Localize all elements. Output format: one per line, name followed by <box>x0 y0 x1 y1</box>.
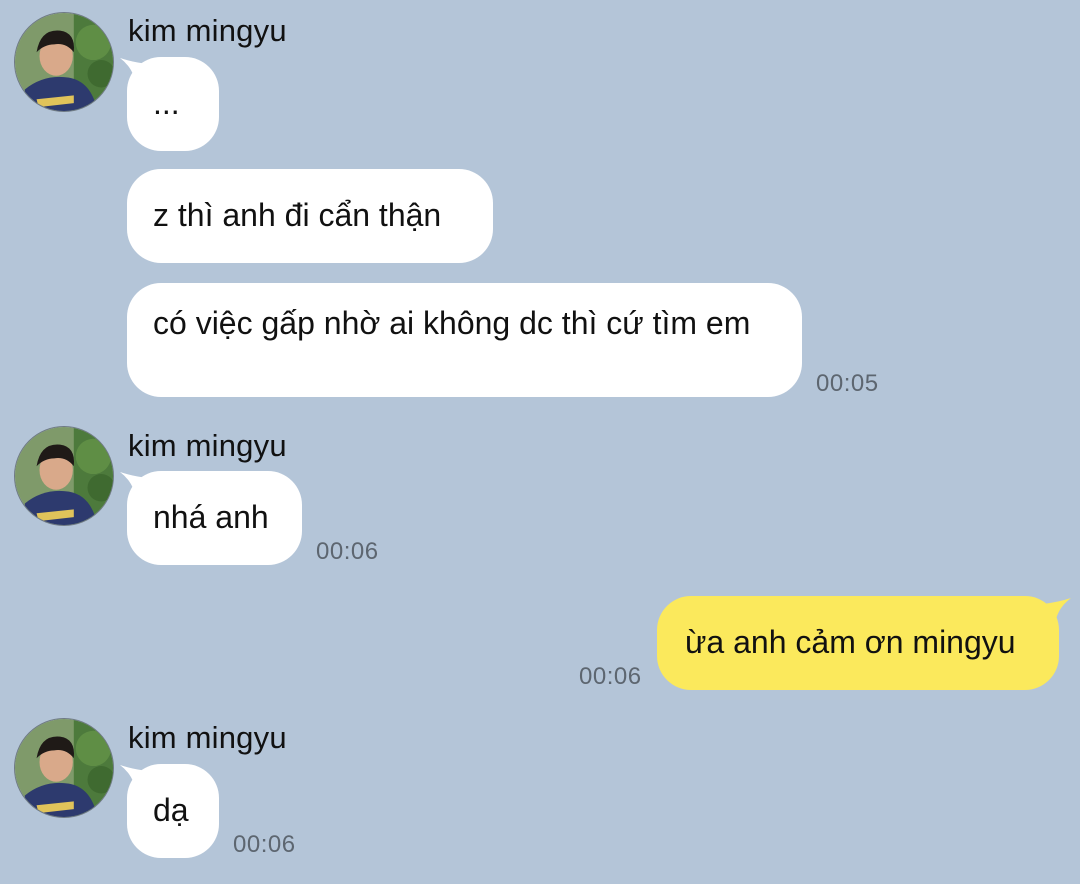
avatar-image <box>15 427 113 525</box>
message-text: ... <box>153 85 180 121</box>
message-timestamp: 00:05 <box>816 370 879 397</box>
message-bubble[interactable]: z thì anh đi cẩn thận <box>127 169 493 263</box>
message-text: dạ <box>153 792 189 828</box>
message-timestamp: 00:06 <box>579 663 642 690</box>
message-bubble-outgoing[interactable]: ừa anh cảm ơn mingyu <box>657 596 1059 690</box>
message-text: z thì anh đi cẩn thận <box>153 197 442 233</box>
sender-name: kim mingyu <box>128 428 287 463</box>
avatar-image <box>15 719 113 817</box>
message-text: ừa anh cảm ơn mingyu <box>685 624 1016 660</box>
message-text: có việc gấp nhờ ai không dc thì cứ tìm e… <box>153 305 751 341</box>
message-bubble[interactable]: dạ <box>127 764 219 858</box>
bubble-tail <box>1039 594 1073 628</box>
sender-name: kim mingyu <box>128 720 287 755</box>
sender-name: kim mingyu <box>128 13 287 48</box>
message-text: nhá anh <box>153 499 269 535</box>
sender-avatar[interactable] <box>14 426 114 526</box>
avatar-image <box>15 13 113 111</box>
message-bubble[interactable]: ... <box>127 57 219 151</box>
message-bubble[interactable]: có việc gấp nhờ ai không dc thì cứ tìm e… <box>127 283 802 397</box>
sender-avatar[interactable] <box>14 718 114 818</box>
message-timestamp: 00:06 <box>316 538 379 565</box>
message-timestamp: 00:06 <box>233 831 296 858</box>
sender-avatar[interactable] <box>14 12 114 112</box>
message-bubble[interactable]: nhá anh <box>127 471 302 565</box>
